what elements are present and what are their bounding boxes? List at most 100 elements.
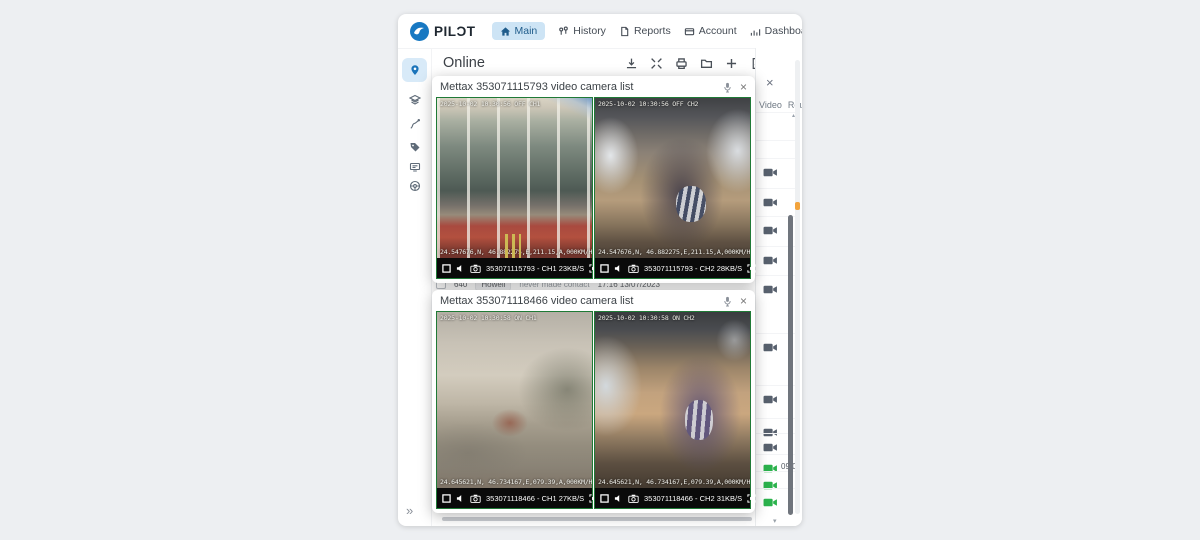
video-camera-icon[interactable] — [763, 223, 778, 234]
video-gps-overlay: 24.645621,N, 46.734167,E,079.39,A,000KM/… — [598, 478, 750, 486]
popup-title: Mettax 353071115793 video camera list — [440, 81, 633, 93]
row-divider — [756, 140, 796, 141]
video-timestamp-overlay: 2025-10-02 10:30:56 OFF CH2 — [598, 100, 698, 108]
channel-label: 353071118466 - CH2 31KB/S — [644, 494, 742, 503]
popup-close-icon[interactable]: × — [740, 294, 747, 308]
snapshot-button[interactable] — [470, 264, 481, 273]
panel-scrollbar-track[interactable] — [795, 60, 800, 514]
video-camera-icon[interactable] — [763, 392, 778, 403]
popup-header[interactable]: Mettax 353071118466 video camera list × — [432, 290, 755, 311]
scroll-marker — [795, 202, 800, 210]
video-channel: 2025-10-02 10:30:56 OFF CH124.547676,N, … — [436, 97, 593, 279]
microphone-icon[interactable] — [723, 82, 732, 93]
video-camera-icon[interactable] — [763, 440, 778, 451]
sidebar-item-location[interactable] — [402, 58, 427, 82]
horizontal-scrollbar[interactable] — [442, 517, 752, 521]
nav-label: Main — [515, 25, 538, 37]
stop-button[interactable] — [442, 264, 451, 273]
page-title: Online — [443, 55, 485, 71]
video-feed: 2025-10-02 10:30:56 OFF CH124.547676,N, … — [437, 98, 592, 258]
stop-button[interactable] — [442, 494, 451, 503]
row-divider — [756, 112, 796, 113]
popup-close-icon[interactable]: × — [740, 80, 747, 94]
steering-wheel-icon — [409, 180, 421, 192]
video-camera-icon[interactable] — [763, 425, 778, 436]
microphone-icon[interactable] — [723, 296, 732, 307]
video-camera-icon[interactable] — [763, 195, 778, 206]
print-button[interactable] — [675, 57, 688, 70]
collapse-sidebar-button[interactable]: » — [406, 503, 413, 518]
nav-item-account[interactable]: Account — [684, 25, 737, 37]
video-camera-icon[interactable] — [763, 340, 778, 351]
channel-label: 353071118466 - CH1 27KB/S — [486, 494, 584, 503]
location-pin-icon — [409, 64, 421, 76]
video-camera-icon[interactable] — [763, 495, 778, 506]
scroll-down-icon[interactable]: ▾ — [773, 517, 777, 525]
nav-label: Dashboard — [765, 25, 802, 37]
reports-icon — [619, 26, 630, 37]
video-gps-overlay: 24.547676,N, 46.882275,E,211.15,A,000KM/… — [598, 248, 750, 256]
fit-screen-button[interactable] — [650, 57, 663, 70]
nav-label: History — [573, 25, 606, 37]
video-channel: 2025-10-02 10:30:58 ON CH124.645621,N, 4… — [436, 311, 593, 509]
nav-item-dashboard[interactable]: Dashboard — [750, 25, 802, 37]
add-button[interactable] — [725, 57, 738, 70]
video-channel: 2025-10-02 10:30:58 ON CH2 24.645621,N, 4… — [594, 311, 751, 509]
popup-header[interactable]: Mettax 353071115793 video camera list × — [432, 76, 755, 97]
video-control-bar: 353071118466 - CH1 27KB/S — [437, 488, 592, 508]
content-header: Online — [398, 49, 802, 77]
panel-close-icon[interactable]: × — [766, 76, 774, 89]
brand-name: PILƆT — [434, 24, 476, 39]
fullscreen-button[interactable] — [747, 264, 756, 273]
video-camera-icon[interactable] — [763, 253, 778, 264]
mute-button[interactable] — [614, 494, 623, 503]
left-sidebar: » — [398, 48, 432, 526]
video-control-bar: 353071115793 - CH2 28KB/S — [595, 258, 750, 278]
snapshot-button[interactable] — [628, 494, 639, 503]
folder-button[interactable] — [700, 57, 713, 70]
layers-icon — [409, 94, 421, 106]
video-camera-icon[interactable] — [763, 282, 778, 293]
snapshot-button[interactable] — [628, 264, 639, 273]
terminal-display-icon — [409, 161, 421, 173]
nav-label: Reports — [634, 25, 671, 37]
video-feed: 2025-10-02 10:30:58 ON CH124.645621,N, 4… — [437, 312, 592, 488]
video-timestamp-overlay: 2025-10-02 10:30:58 ON CH2 — [598, 314, 695, 322]
video-feed: 2025-10-02 10:30:58 ON CH2 24.645621,N, 4… — [595, 312, 750, 488]
main-menu: Main History Reports Account Dashboard E… — [492, 22, 803, 40]
brand-logo-icon — [410, 22, 429, 41]
sidebar-item-steering[interactable] — [402, 174, 427, 198]
popup-title: Mettax 353071118466 video camera list — [440, 295, 633, 307]
nav-label: Account — [699, 25, 737, 37]
sidebar-item-route[interactable] — [402, 112, 427, 136]
channel-label: 353071115793 - CH1 23KB/S — [486, 264, 584, 273]
home-icon — [500, 26, 511, 37]
nav-item-reports[interactable]: Reports — [619, 25, 671, 37]
tag-icon — [409, 141, 421, 153]
video-gps-overlay: 24.645621,N, 46.734167,E,079.39,A,000KM/… — [440, 478, 592, 486]
snapshot-button[interactable] — [470, 494, 481, 503]
video-control-bar: 353071115793 - CH1 23KB/S — [437, 258, 592, 278]
video-gps-overlay: 24.547676,N, 46.882275,E,211.15,A,000KM/… — [440, 248, 592, 256]
nav-item-history[interactable]: History — [558, 25, 606, 37]
video-feed: 2025-10-02 10:30:56 OFF CH2 24.547676,N, … — [595, 98, 750, 258]
mute-button[interactable] — [456, 494, 465, 503]
app-window: PILƆT Main History Reports Account Dashb… — [398, 14, 802, 526]
video-channel: 2025-10-02 10:30:56 OFF CH2 24.547676,N, … — [594, 97, 751, 279]
vertical-scrollbar[interactable] — [788, 215, 793, 515]
stop-button[interactable] — [600, 264, 609, 273]
stop-button[interactable] — [600, 494, 609, 503]
nav-item-main[interactable]: Main — [492, 22, 546, 40]
route-icon — [409, 118, 421, 130]
sidebar-item-layers[interactable] — [402, 88, 427, 112]
fullscreen-button[interactable] — [747, 494, 756, 503]
download-button[interactable] — [625, 57, 638, 70]
mute-button[interactable] — [456, 264, 465, 273]
mute-button[interactable] — [614, 264, 623, 273]
video-control-bar: 353071118466 - CH2 31KB/S — [595, 488, 750, 508]
column-header-video[interactable]: Video — [759, 100, 782, 110]
video-camera-icon[interactable] — [763, 165, 778, 176]
channel-label: 353071115793 - CH2 28KB/S — [644, 264, 742, 273]
row-divider — [756, 158, 796, 159]
row-divider — [756, 188, 796, 189]
